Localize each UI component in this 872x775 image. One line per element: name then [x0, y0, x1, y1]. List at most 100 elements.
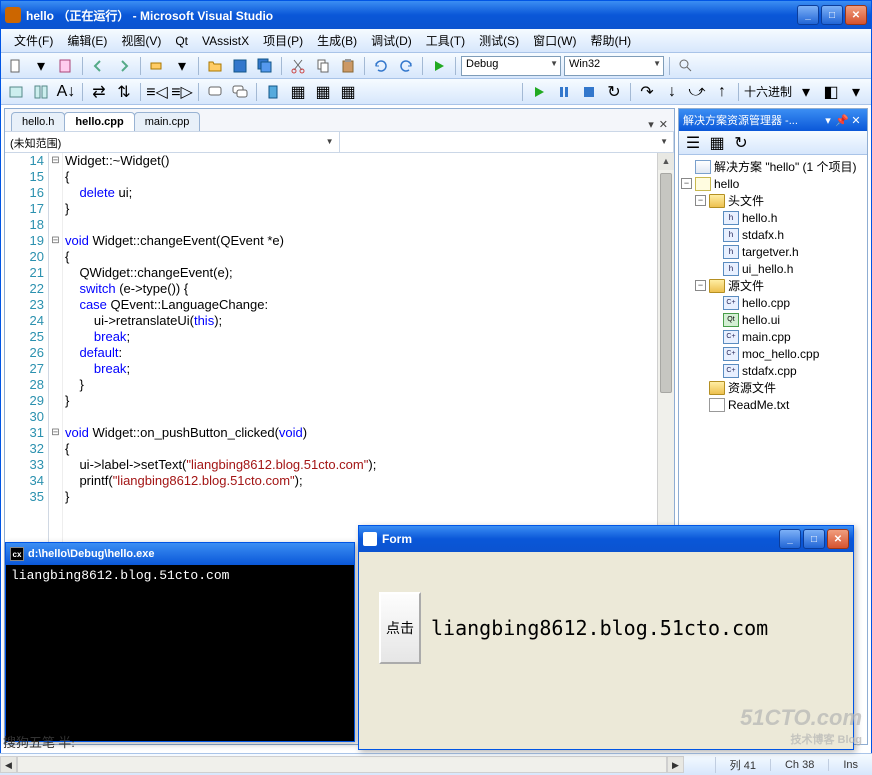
menu-qt[interactable]: Qt: [168, 31, 195, 51]
copy-button[interactable]: [312, 55, 334, 77]
tab-close-button[interactable]: ✕: [659, 118, 668, 131]
dbg-restart-button[interactable]: ↻: [603, 81, 625, 103]
solution-panel-header[interactable]: 解决方案资源管理器 -... ▾ 📌 ✕: [679, 109, 867, 131]
menu-w[interactable]: 窗口(W): [526, 29, 583, 52]
scope-left-dropdown[interactable]: (未知范围): [5, 132, 340, 152]
panel-menu-button[interactable]: ▾: [821, 114, 835, 127]
tab-dropdown-button[interactable]: ▾: [648, 118, 654, 131]
dbg-continue-button[interactable]: [528, 81, 550, 103]
menu-t[interactable]: 工具(T): [419, 29, 472, 52]
va-misc-1[interactable]: ▦: [287, 81, 309, 103]
tab-hello-cpp[interactable]: hello.cpp: [64, 112, 134, 131]
menu-s[interactable]: 测试(S): [472, 29, 526, 52]
tree-file-hello-h[interactable]: hhello.h: [681, 209, 865, 226]
form-push-button[interactable]: 点击: [379, 592, 421, 664]
hscroll-right[interactable]: ▶: [667, 756, 684, 773]
form-minimize-button[interactable]: _: [779, 529, 801, 549]
panel-pin-button[interactable]: 📌: [835, 114, 849, 127]
sln-refresh-button[interactable]: ↻: [730, 132, 752, 154]
maximize-button[interactable]: □: [821, 5, 843, 25]
start-debug-button[interactable]: [428, 55, 450, 77]
scroll-thumb[interactable]: [660, 173, 672, 393]
console-titlebar[interactable]: cx d:\hello\Debug\hello.exe: [6, 543, 354, 565]
tree-toggle[interactable]: −: [695, 195, 706, 206]
paste-button[interactable]: [337, 55, 359, 77]
tree-toggle[interactable]: −: [695, 280, 706, 291]
tree-file-hello-cpp[interactable]: C+hello.cpp: [681, 294, 865, 311]
dbg-pause-button[interactable]: [553, 81, 575, 103]
open-button[interactable]: [204, 55, 226, 77]
cut-button[interactable]: [287, 55, 309, 77]
platform-dropdown[interactable]: Win32: [564, 56, 664, 76]
tree-toggle[interactable]: −: [681, 178, 692, 189]
sln-props-button[interactable]: ☰: [682, 132, 704, 154]
find-button[interactable]: [675, 55, 697, 77]
form-titlebar[interactable]: Form _ □ ✕: [359, 526, 853, 552]
dbg-misc-2[interactable]: ▾: [845, 81, 867, 103]
tab-main-cpp[interactable]: main.cpp: [134, 112, 201, 131]
tab-hello-h[interactable]: hello.h: [11, 112, 65, 131]
menu-h[interactable]: 帮助(H): [583, 29, 638, 52]
tree-sources-folder[interactable]: −源文件: [681, 277, 865, 294]
dbg-stepinto-button[interactable]: ↓: [661, 81, 683, 103]
new-item-button[interactable]: [5, 55, 27, 77]
form-close-button[interactable]: ✕: [827, 529, 849, 549]
config-dropdown[interactable]: Debug: [461, 56, 561, 76]
scope-right-dropdown[interactable]: [340, 132, 675, 152]
tree-resources-folder[interactable]: 资源文件: [681, 379, 865, 396]
console-window[interactable]: cx d:\hello\Debug\hello.exe liangbing861…: [5, 542, 355, 742]
save-button[interactable]: [229, 55, 251, 77]
hex-toggle[interactable]: ▾: [795, 81, 817, 103]
form-maximize-button[interactable]: □: [803, 529, 825, 549]
comment-button[interactable]: [204, 81, 226, 103]
dbg-stepout-button[interactable]: ↑: [711, 81, 733, 103]
tree-headers-folder[interactable]: −头文件: [681, 192, 865, 209]
dbg-stop-button[interactable]: [578, 81, 600, 103]
tree-file-ui_hello-h[interactable]: hui_hello.h: [681, 260, 865, 277]
tree-file-stdafx-cpp[interactable]: C+stdafx.cpp: [681, 362, 865, 379]
indent-out-button[interactable]: ≡◁: [146, 81, 168, 103]
tree-project[interactable]: −hello: [681, 175, 865, 192]
menu-p[interactable]: 项目(P): [256, 29, 310, 52]
sln-showall-button[interactable]: ▦: [706, 132, 728, 154]
bookmark-button[interactable]: [262, 81, 284, 103]
va-btn-2[interactable]: [30, 81, 52, 103]
indent-in-button[interactable]: ≡▷: [171, 81, 193, 103]
redo-button[interactable]: [395, 55, 417, 77]
menu-e[interactable]: 编辑(E): [60, 29, 114, 52]
close-button[interactable]: ✕: [845, 5, 867, 25]
add-item-button[interactable]: [55, 55, 77, 77]
tree-solution[interactable]: 解决方案 "hello" (1 个项目): [681, 158, 865, 175]
tree-file-stdafx-h[interactable]: hstdafx.h: [681, 226, 865, 243]
dbg-stepnext-button[interactable]: ↷: [636, 81, 658, 103]
hscroll-left[interactable]: ◀: [0, 756, 17, 773]
new-dropdown-button[interactable]: ▾: [30, 55, 52, 77]
save-all-button[interactable]: [254, 55, 276, 77]
va-btn-1[interactable]: [5, 81, 27, 103]
minimize-button[interactable]: _: [797, 5, 819, 25]
undo-button[interactable]: [370, 55, 392, 77]
menu-v[interactable]: 视图(V): [114, 29, 168, 52]
nav-step-button[interactable]: [146, 55, 168, 77]
va-misc-3[interactable]: ▦: [337, 81, 359, 103]
nav-fwd-button[interactable]: [113, 55, 135, 77]
title-bar[interactable]: hello （正在运行） - Microsoft Visual Studio _…: [1, 1, 871, 29]
form-window[interactable]: Form _ □ ✕ 点击 liangbing8612.blog.51cto.c…: [358, 525, 854, 750]
menu-b[interactable]: 生成(B): [310, 29, 364, 52]
va-misc-2[interactable]: ▦: [312, 81, 334, 103]
tree-file-readme[interactable]: ReadMe.txt: [681, 396, 865, 413]
va-btn-5[interactable]: ⇅: [113, 81, 135, 103]
va-btn-3[interactable]: A↓: [55, 81, 77, 103]
dbg-stepover-button[interactable]: ⤻: [686, 81, 708, 103]
menu-f[interactable]: 文件(F): [7, 29, 60, 52]
menu-d[interactable]: 调试(D): [364, 29, 419, 52]
panel-close-button[interactable]: ✕: [849, 114, 863, 127]
va-btn-4[interactable]: ⇄: [88, 81, 110, 103]
nav-step2-button[interactable]: ▾: [171, 55, 193, 77]
scroll-up-button[interactable]: ▲: [658, 153, 674, 170]
tree-file-hello-ui[interactable]: Qthello.ui: [681, 311, 865, 328]
menu-vassistx[interactable]: VAssistX: [195, 31, 256, 51]
tree-file-main-cpp[interactable]: C+main.cpp: [681, 328, 865, 345]
nav-back-button[interactable]: [88, 55, 110, 77]
dbg-misc-1[interactable]: ◧: [820, 81, 842, 103]
